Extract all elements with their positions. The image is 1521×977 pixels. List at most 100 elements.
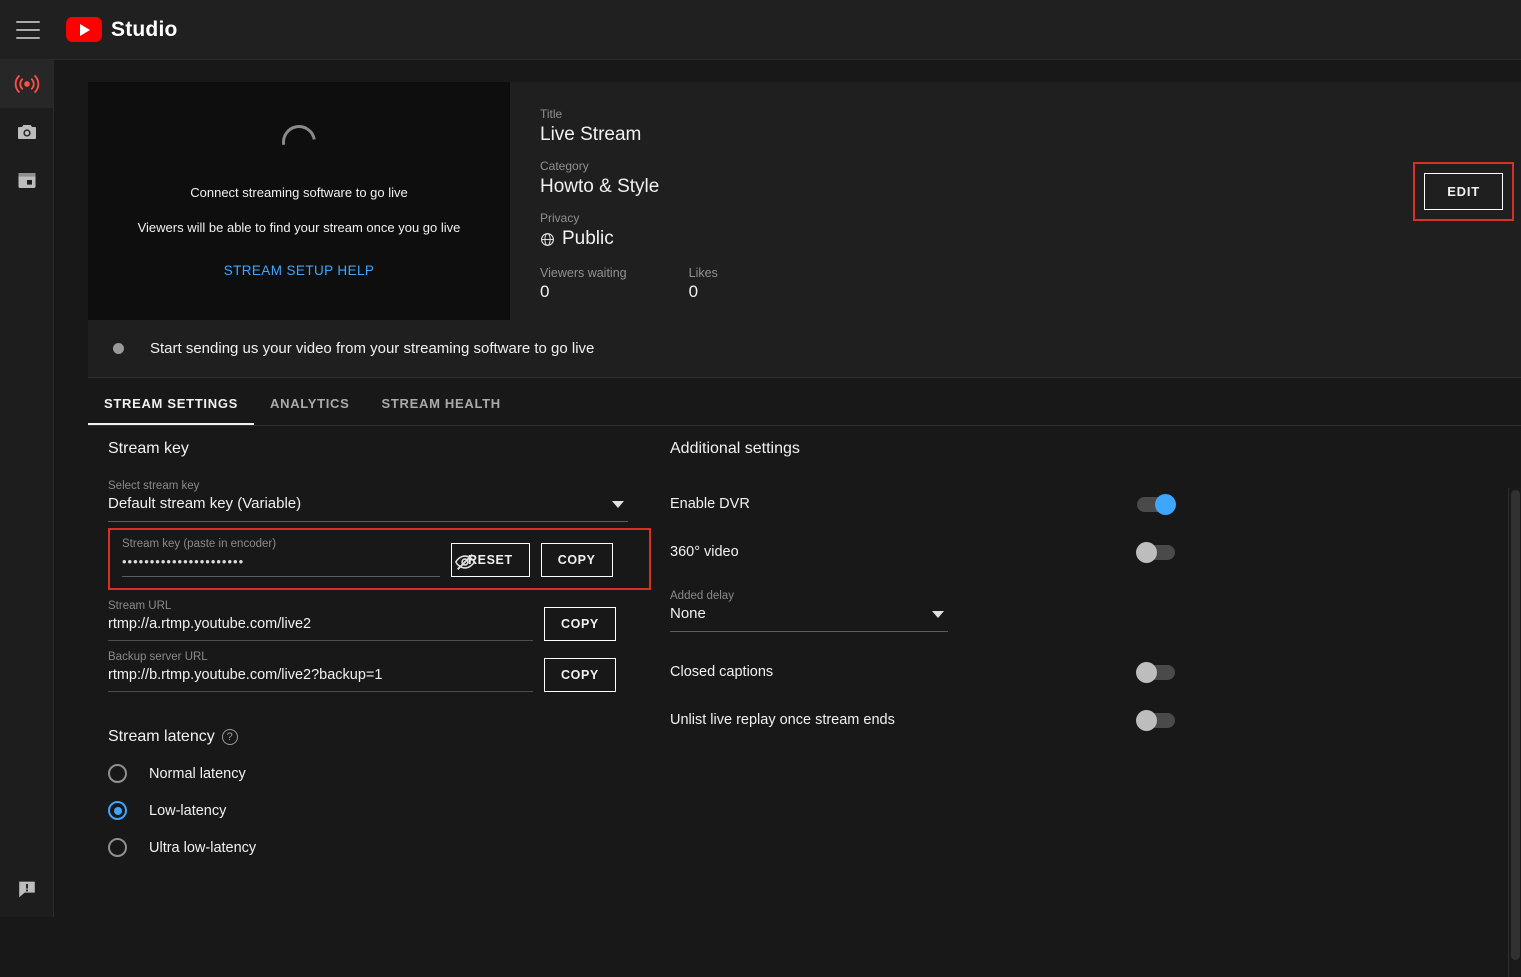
select-stream-key-value: Default stream key (Variable) [108,495,628,522]
additional-settings-title: Additional settings [670,440,1230,458]
unlist-replay-toggle[interactable] [1137,713,1175,728]
closed-captions-label: Closed captions [670,664,773,680]
title-block: Title Live Stream [540,107,1521,146]
studio-brand[interactable]: Studio [66,17,178,42]
enable-dvr-toggle[interactable] [1137,497,1175,512]
brand-label: Studio [111,18,178,42]
backup-url-row: Backup server URL rtmp://b.rtmp.youtube.… [108,651,668,692]
edit-button[interactable]: EDIT [1424,173,1503,210]
scrollbar-thumb[interactable] [1511,490,1520,960]
stream-key-section-title: Stream key [108,440,668,458]
select-stream-key-label: Select stream key [108,480,628,492]
hamburger-icon[interactable] [16,21,40,39]
backup-url-value: rtmp://b.rtmp.youtube.com/live2?backup=1 [108,667,533,692]
added-delay-label: Added delay [670,590,948,602]
enable-dvr-label: Enable DVR [670,496,750,512]
live-broadcast-icon [14,71,40,97]
rail-item-webcam[interactable] [0,108,54,156]
latency-option-low[interactable]: Low-latency [108,801,668,820]
tab-stream-settings[interactable]: STREAM SETTINGS [88,396,254,425]
latency-label-ultra-low: Ultra low-latency [149,840,256,856]
chevron-down-icon[interactable] [932,611,944,618]
stream-url-value: rtmp://a.rtmp.youtube.com/live2 [108,616,533,641]
edit-button-annotation: EDIT [1413,162,1514,221]
stream-info-panel: Title Live Stream Category Howto & Style… [510,82,1521,320]
stream-setup-help-link[interactable]: STREAM SETUP HELP [224,263,375,278]
tab-analytics[interactable]: ANALYTICS [254,396,366,425]
feedback-icon [16,878,38,900]
stream-preview: Connect streaming software to go live Vi… [88,82,510,320]
added-delay-dropdown[interactable]: Added delay None [670,590,948,632]
stream-url-label: Stream URL [108,600,533,612]
vertical-scrollbar[interactable] [1508,488,1521,977]
status-dot-icon [113,343,124,354]
video360-toggle[interactable] [1137,545,1175,560]
preview-primary-text: Connect streaming software to go live [190,185,408,200]
select-stream-key-dropdown[interactable]: Select stream key Default stream key (Va… [108,480,628,522]
rail-item-stream[interactable] [0,60,54,108]
additional-settings-column: Additional settings Enable DVR 360° vide… [670,440,1230,744]
stream-status-bar: Start sending us your video from your st… [88,320,1521,378]
category-block: Category Howto & Style [540,159,1521,198]
stream-key-annotation: Stream key (paste in encoder) ••••••••••… [108,528,651,590]
copy-stream-url-button[interactable]: COPY [544,607,616,641]
latency-label-low: Low-latency [149,803,226,819]
category-label: Category [540,159,1521,173]
latency-label-normal: Normal latency [149,766,246,782]
viewers-waiting-counter: Viewers waiting 0 [540,266,627,302]
latency-option-ultra-low[interactable]: Ultra low-latency [108,838,668,857]
setting-enable-dvr: Enable DVR [670,480,1175,528]
radio-low-latency[interactable] [108,801,127,820]
rail-item-manage[interactable] [0,156,54,204]
viewers-waiting-value: 0 [540,282,627,302]
tab-stream-health[interactable]: STREAM HEALTH [366,396,517,425]
stream-key-column: Stream key Select stream key Default str… [108,440,668,875]
hero-row: Connect streaming software to go live Vi… [88,82,1521,320]
privacy-block: Privacy Public [540,211,1521,250]
help-circle-icon[interactable]: ? [222,729,238,745]
setting-360-video: 360° video [670,528,1175,576]
stream-url-row: Stream URL rtmp://a.rtmp.youtube.com/liv… [108,600,668,641]
added-delay-value: None [670,605,948,632]
copy-stream-key-button[interactable]: COPY [541,543,613,577]
stream-key-label: Stream key (paste in encoder) [122,538,440,550]
unlist-replay-label: Unlist live replay once stream ends [670,712,895,728]
video360-label: 360° video [670,544,739,560]
calendar-icon [15,168,39,192]
radio-normal-latency[interactable] [108,764,127,783]
preview-secondary-text: Viewers will be able to find your stream… [138,220,461,235]
title-value: Live Stream [540,124,1521,146]
radio-ultra-low-latency[interactable] [108,838,127,857]
privacy-value: Public [562,228,614,250]
likes-label: Likes [689,266,718,280]
webcam-icon [15,120,39,144]
visibility-off-icon[interactable] [454,551,476,573]
globe-icon [540,232,555,247]
backup-url-label: Backup server URL [108,651,533,663]
stream-url-field[interactable]: Stream URL rtmp://a.rtmp.youtube.com/liv… [108,600,533,641]
backup-url-field[interactable]: Backup server URL rtmp://b.rtmp.youtube.… [108,651,533,692]
likes-value: 0 [689,282,718,302]
main-content: Connect streaming software to go live Vi… [54,60,1521,917]
copy-backup-url-button[interactable]: COPY [544,658,616,692]
stream-latency-label: Stream latency [108,728,215,745]
closed-captions-toggle[interactable] [1137,665,1175,680]
stream-key-value: •••••••••••••••••••••• [122,554,440,577]
chevron-down-icon[interactable] [612,501,624,508]
counters-row: Viewers waiting 0 Likes 0 [540,266,1521,302]
privacy-label: Privacy [540,211,1521,225]
category-value: Howto & Style [540,176,1521,198]
feedback-button[interactable] [0,869,54,909]
viewers-waiting-label: Viewers waiting [540,266,627,280]
loading-spinner-icon [275,118,322,165]
likes-counter: Likes 0 [689,266,718,302]
stream-key-input[interactable]: Stream key (paste in encoder) ••••••••••… [122,538,440,577]
stream-latency-title: Stream latency? [108,728,668,746]
status-message: Start sending us your video from your st… [150,340,594,357]
setting-closed-captions: Closed captions [670,648,1175,696]
latency-option-normal[interactable]: Normal latency [108,764,668,783]
top-bar: Studio [0,0,1521,60]
youtube-logo-icon [66,17,102,42]
title-label: Title [540,107,1521,121]
left-rail [0,60,54,917]
